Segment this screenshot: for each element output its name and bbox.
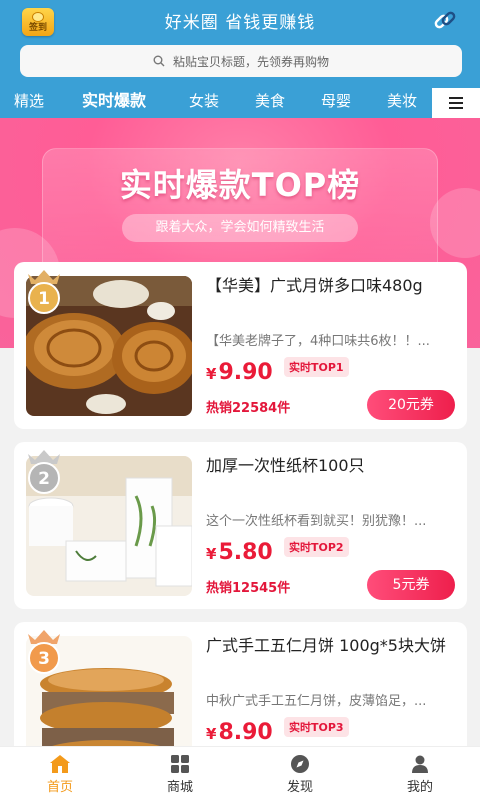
search-input[interactable]: 粘贴宝贝标题，先领券再购物: [20, 45, 462, 77]
product-title: 【华美】广式月饼多口味480g: [206, 276, 423, 295]
rank-1-badge: 1: [28, 270, 60, 314]
product-title: 广式手工五仁月饼 100g*5块大饼: [206, 636, 446, 655]
nav-discover[interactable]: 发现: [240, 747, 360, 800]
banner-title: 实时爆款TOP榜: [119, 166, 361, 204]
coupon-button[interactable]: 20元券: [367, 390, 455, 420]
rank-number: 1: [38, 289, 50, 309]
app-title: 好米圈 省钱更赚钱: [164, 13, 316, 33]
tab-featured[interactable]: 精选: [14, 88, 44, 118]
rank-number: 3: [38, 649, 50, 669]
rank-tag: 实时TOP1: [284, 357, 349, 377]
product-title: 加厚一次性纸杯100只: [206, 456, 365, 475]
rank-number: 2: [38, 469, 50, 489]
sales-count: 热销12545件: [206, 581, 291, 596]
rank-tag: 实时TOP2: [284, 537, 349, 557]
rank-3-badge: 3: [28, 630, 60, 674]
product-price: ¥8.90: [206, 720, 273, 745]
tab-beauty[interactable]: 美妆: [387, 88, 417, 118]
user-icon: [412, 755, 428, 773]
price-value: 8.90: [218, 720, 273, 745]
price-value: 5.80: [218, 540, 273, 565]
top-bar: 签到 好米圈 省钱更赚钱 粘贴宝贝标题，先领券再购物: [0, 0, 480, 88]
banner-subtitle: 跟着大众，学会如何精致生活: [122, 214, 358, 242]
currency-symbol: ¥: [206, 725, 217, 743]
nav-label: 首页: [46, 780, 73, 795]
bottom-navigation: 首页 商城 发现 我的: [0, 746, 480, 800]
tab-women[interactable]: 女装: [189, 88, 219, 118]
rank-2-badge: 2: [28, 450, 60, 494]
product-price: ¥9.90: [206, 360, 273, 385]
nav-mall[interactable]: 商城: [120, 747, 240, 800]
compass-icon: [291, 755, 309, 773]
price-value: 9.90: [218, 360, 273, 385]
tab-food[interactable]: 美食: [255, 88, 285, 118]
category-tabs: 精选 实时爆款 女装 美食 母婴 美妆: [0, 88, 480, 118]
search-placeholder: 粘贴宝贝标题，先领券再购物: [172, 54, 329, 69]
product-description: 中秋广式手工五仁月饼，皮薄馅足，...: [206, 694, 427, 709]
nav-label: 发现: [286, 780, 313, 795]
product-card[interactable]: 1 【华美】广式月饼多口味480g 【华美老牌子了，4种口味共6枚！！... ¥…: [14, 262, 467, 429]
tab-hot-now[interactable]: 实时爆款: [82, 88, 146, 118]
menu-button[interactable]: [432, 88, 480, 118]
currency-symbol: ¥: [206, 545, 217, 563]
nav-home[interactable]: 首页: [0, 747, 120, 800]
home-icon: [50, 755, 70, 773]
search-icon: [153, 55, 165, 67]
sales-count: 热销22584件: [206, 401, 291, 416]
link-icon[interactable]: [430, 6, 460, 36]
grid-icon: [171, 755, 189, 773]
coupon-button[interactable]: 5元券: [367, 570, 455, 600]
tab-baby[interactable]: 母婴: [321, 88, 351, 118]
nav-profile[interactable]: 我的: [360, 747, 480, 800]
nav-label: 商城: [166, 780, 193, 795]
product-description: 这个一次性纸杯看到就买！别犹豫！...: [206, 514, 427, 529]
nav-label: 我的: [406, 780, 433, 795]
menu-icon: [449, 97, 463, 109]
rank-tag: 实时TOP3: [284, 717, 349, 737]
product-price: ¥5.80: [206, 540, 273, 565]
product-description: 【华美老牌子了，4种口味共6枚！！...: [206, 334, 430, 349]
currency-symbol: ¥: [206, 365, 217, 383]
product-card[interactable]: 2 加厚一次性纸杯100只 这个一次性纸杯看到就买！别犹豫！... ¥5.80 …: [14, 442, 467, 609]
